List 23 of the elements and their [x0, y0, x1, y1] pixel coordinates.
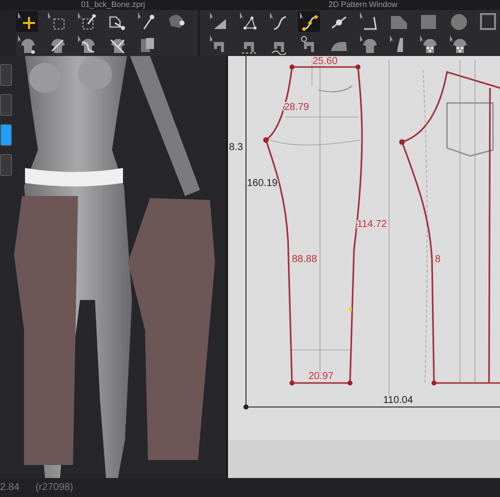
transform-icon[interactable] [76, 11, 98, 32]
measurement-label: 114.72 [357, 219, 387, 230]
measurement-label: 8.3 [229, 142, 243, 153]
window-title: 01_bck_Bone.zprj [80, 0, 146, 9]
status-text: (r27098) [35, 481, 74, 495]
measurement-label: 160.19 [247, 178, 278, 189]
shirt-icon[interactable] [448, 34, 470, 55]
shirt-icon[interactable] [418, 34, 440, 55]
shirt-curve-icon[interactable] [76, 34, 98, 55]
status-text: 2.84 [0, 481, 20, 495]
measurement-label: 88.88 [292, 254, 318, 265]
angle-icon[interactable] [358, 11, 380, 32]
measurement-label: 8 [435, 254, 441, 265]
measurement-label: 28.79 [284, 102, 310, 113]
curve-icon[interactable] [298, 11, 320, 32]
side-tool-icon[interactable] [0, 124, 12, 146]
measurement-label: 20.97 [308, 371, 334, 382]
crosshair-icon[interactable] [16, 11, 38, 32]
measurement-label: 25.60 [312, 56, 338, 67]
pattern-piece-outline[interactable] [399, 71, 500, 386]
measurement-label: 110.04 [383, 395, 413, 406]
window-title: 2D Pattern Window [328, 0, 398, 9]
shirt-icon[interactable] [16, 34, 38, 55]
